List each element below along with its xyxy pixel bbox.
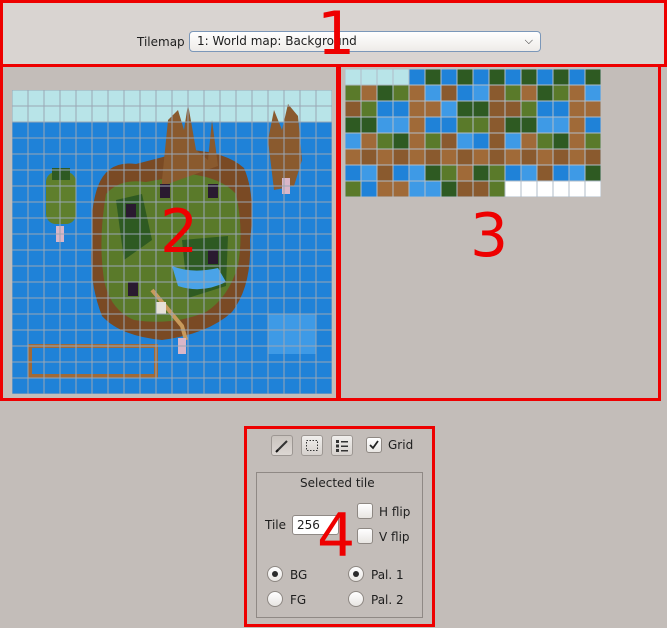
annotation-number-2: 2	[160, 197, 199, 267]
annotation-number-3: 3	[470, 201, 509, 271]
annotation-number-1: 1	[317, 0, 356, 69]
annotation-number-4: 4	[317, 501, 356, 571]
